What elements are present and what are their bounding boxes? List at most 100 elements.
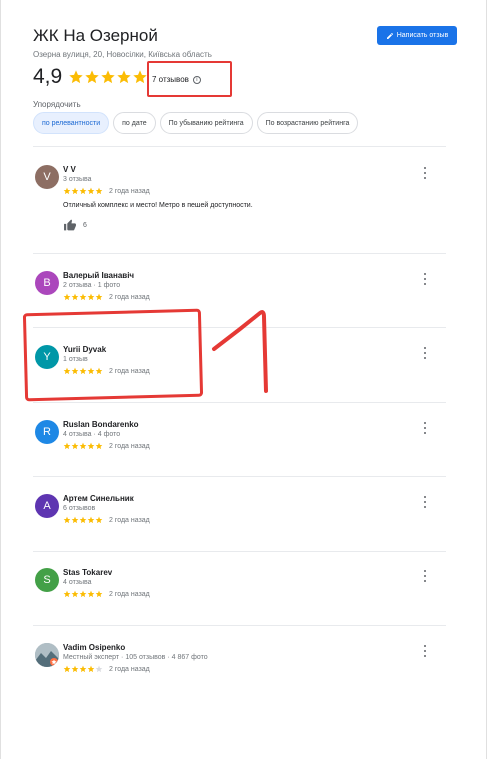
reviewer-name[interactable]: V V <box>63 165 76 174</box>
avatar[interactable]: В <box>35 271 59 295</box>
reviewer-name[interactable]: Валерый Іванавіч <box>63 271 134 280</box>
more-options-icon[interactable] <box>421 273 429 285</box>
divider <box>33 146 446 147</box>
star-filled-icon <box>79 293 87 301</box>
star-filled-icon <box>87 665 95 673</box>
star-filled-icon <box>69 70 83 84</box>
chip-rating-desc[interactable]: По убыванию рейтинга <box>159 112 253 134</box>
star-rating <box>63 293 103 301</box>
reviewer-name[interactable]: Stas Tokarev <box>63 568 112 577</box>
more-options-icon[interactable] <box>421 570 429 582</box>
review-text: Отличный комплекс и место! Метро в пешей… <box>63 202 253 209</box>
reviewer-meta: 4 отзыва · 4 фото <box>63 431 121 438</box>
more-options-icon[interactable] <box>421 645 429 657</box>
chip-rating-asc[interactable]: По возрастанию рейтинга <box>256 112 359 134</box>
star-filled-icon <box>79 590 87 598</box>
star-filled-icon <box>95 516 103 524</box>
avatar-photo[interactable] <box>35 643 59 667</box>
star-rating <box>63 590 103 598</box>
review-count[interactable]: 7 отзывов i <box>152 75 201 84</box>
star-filled-icon <box>63 590 71 598</box>
info-icon[interactable]: i <box>192 75 201 84</box>
avatar[interactable]: R <box>35 420 59 444</box>
pencil-icon <box>386 32 393 39</box>
star-filled-icon <box>63 442 71 450</box>
place-address: Озерна вулиця, 20, Новосілки, Київська о… <box>33 50 212 59</box>
reviewer-meta: 2 отзыва · 1 фото <box>63 282 121 289</box>
annotation-highlight-box <box>22 308 204 402</box>
star-filled-icon <box>79 665 87 673</box>
divider <box>33 625 446 626</box>
star-filled-icon <box>71 187 79 195</box>
avatar-image <box>35 643 59 667</box>
star-filled-icon <box>71 442 79 450</box>
star-filled-icon <box>95 442 103 450</box>
write-review-button[interactable]: Написать отзыв <box>377 26 457 45</box>
write-review-label: Написать отзыв <box>396 32 449 39</box>
like-button[interactable]: 6 <box>63 219 87 232</box>
reviewer-name[interactable]: Ruslan Bondarenko <box>63 420 139 429</box>
star-filled-icon <box>79 442 87 450</box>
more-options-icon[interactable] <box>421 347 429 359</box>
avatar[interactable]: S <box>35 568 59 592</box>
review-item: V V V 3 отзыва 2 года назад Отличный ком… <box>33 165 446 245</box>
like-count: 6 <box>83 222 87 229</box>
review-date: 2 года назад <box>109 293 150 301</box>
review-date: 2 года назад <box>109 187 150 195</box>
review-item: R Ruslan Bondarenko 4 отзыва · 4 фото 2 … <box>33 420 446 460</box>
star-filled-icon <box>87 516 95 524</box>
chip-relevance[interactable]: по релевантности <box>33 112 110 134</box>
divider <box>33 551 446 552</box>
star-rating <box>63 187 103 195</box>
star-filled-icon <box>71 590 79 598</box>
rating-summary: 4,9 <box>33 65 148 89</box>
rating-value: 4,9 <box>33 65 63 88</box>
star-filled-icon <box>87 442 95 450</box>
divider <box>33 476 446 477</box>
review-date: 2 года назад <box>109 665 150 673</box>
star-filled-icon <box>63 516 71 524</box>
review-stars: 2 года назад <box>63 293 150 301</box>
avatar[interactable]: V <box>35 165 59 189</box>
star-filled-icon <box>87 187 95 195</box>
star-empty-icon <box>95 665 103 673</box>
more-options-icon[interactable] <box>421 422 429 434</box>
review-count-label: 7 отзывов <box>152 75 189 84</box>
star-filled-icon <box>71 293 79 301</box>
star-filled-icon <box>101 70 115 84</box>
star-filled-icon <box>85 70 99 84</box>
thumbs-up-icon <box>64 219 76 231</box>
star-filled-icon <box>117 70 131 84</box>
star-filled-icon <box>87 293 95 301</box>
star-filled-icon <box>63 187 71 195</box>
annotation-number-one <box>212 310 268 393</box>
star-filled-icon <box>95 293 103 301</box>
review-date: 2 года назад <box>109 590 150 598</box>
star-filled-icon <box>79 516 87 524</box>
star-rating <box>63 516 103 524</box>
star-rating <box>63 442 103 450</box>
reviewer-meta: 3 отзыва <box>63 176 92 183</box>
reviewer-meta: 6 отзывов <box>63 505 96 512</box>
sort-chips: по релевантности по дате По убыванию рей… <box>33 112 359 134</box>
rating-stars <box>68 69 148 85</box>
review-date: 2 года назад <box>109 442 150 450</box>
star-filled-icon <box>71 516 79 524</box>
reviewer-name[interactable]: Артем Синельник <box>63 494 134 503</box>
more-options-icon[interactable] <box>421 496 429 508</box>
review-stars: 2 года назад <box>63 187 150 195</box>
review-stars: 2 года назад <box>63 590 150 598</box>
review-stars: 2 года назад <box>63 665 150 673</box>
chip-date[interactable]: по дате <box>113 112 156 134</box>
reviewer-meta: Местный эксперт · 105 отзывов · 4 867 фо… <box>63 654 208 661</box>
avatar[interactable]: A <box>35 494 59 518</box>
divider <box>33 402 446 403</box>
star-filled-icon <box>133 70 147 84</box>
star-filled-icon <box>95 187 103 195</box>
reviewer-name[interactable]: Vadim Osipenko <box>63 643 125 652</box>
review-stars: 2 года назад <box>63 442 150 450</box>
star-filled-icon <box>71 665 79 673</box>
star-filled-icon <box>95 590 103 598</box>
more-options-icon[interactable] <box>421 167 429 179</box>
star-filled-icon <box>63 665 71 673</box>
